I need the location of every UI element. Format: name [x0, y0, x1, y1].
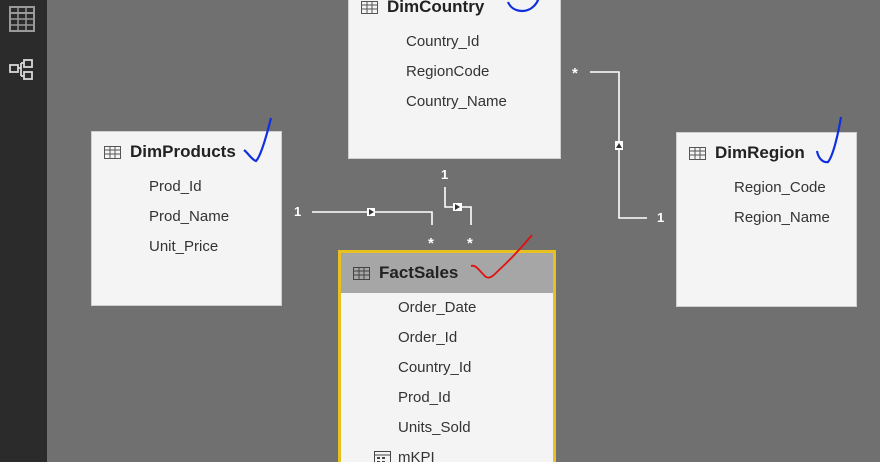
dimproducts-header[interactable]: DimProducts: [92, 132, 281, 172]
field-country-name[interactable]: Country_Name: [349, 87, 560, 117]
field-prod-id[interactable]: Prod_Id: [341, 383, 553, 413]
field-country-id[interactable]: Country_Id: [349, 27, 560, 57]
measure-mkpi-label: mKPI: [398, 449, 435, 462]
field-region-name[interactable]: Region_Name: [677, 203, 856, 233]
field-prod-id[interactable]: Prod_Id: [92, 172, 281, 202]
factsales-table-card[interactable]: FactSales Order_Date Order_Id Country_Id…: [338, 250, 556, 462]
field-country-id[interactable]: Country_Id: [341, 353, 553, 383]
field-region-code[interactable]: Region_Code: [677, 173, 856, 203]
field-unit-price[interactable]: Unit_Price: [92, 232, 281, 262]
measure-mkpi[interactable]: mKPI: [341, 443, 553, 462]
data-grid-icon[interactable]: [9, 6, 35, 32]
dimcountry-header[interactable]: DimCountry: [349, 0, 560, 27]
calculator-icon: [374, 451, 391, 462]
field-order-date[interactable]: Order_Date: [341, 293, 553, 323]
table-icon: [104, 145, 121, 159]
table-icon: [689, 146, 706, 160]
field-units-sold[interactable]: Units_Sold: [341, 413, 553, 443]
factsales-header[interactable]: FactSales: [341, 253, 553, 293]
dimproducts-table-card[interactable]: DimProducts Prod_Id Prod_Name Unit_Price: [91, 131, 282, 306]
field-order-id[interactable]: Order_Id: [341, 323, 553, 353]
field-regioncode[interactable]: RegionCode: [349, 57, 560, 87]
field-prod-name[interactable]: Prod_Name: [92, 202, 281, 232]
table-icon: [361, 0, 378, 14]
dimregion-header[interactable]: DimRegion: [677, 133, 856, 173]
dimcountry-title: DimCountry: [387, 0, 485, 16]
table-icon: [353, 266, 370, 280]
dimregion-title: DimRegion: [715, 143, 805, 162]
left-sidebar: [0, 0, 47, 462]
factsales-title: FactSales: [379, 263, 459, 282]
dimregion-table-card[interactable]: DimRegion Region_Code Region_Name: [676, 132, 857, 307]
relationships-icon[interactable]: [9, 58, 35, 84]
dimproducts-title: DimProducts: [130, 142, 236, 161]
dimcountry-table-card[interactable]: DimCountry Country_Id RegionCode Country…: [348, 0, 561, 159]
